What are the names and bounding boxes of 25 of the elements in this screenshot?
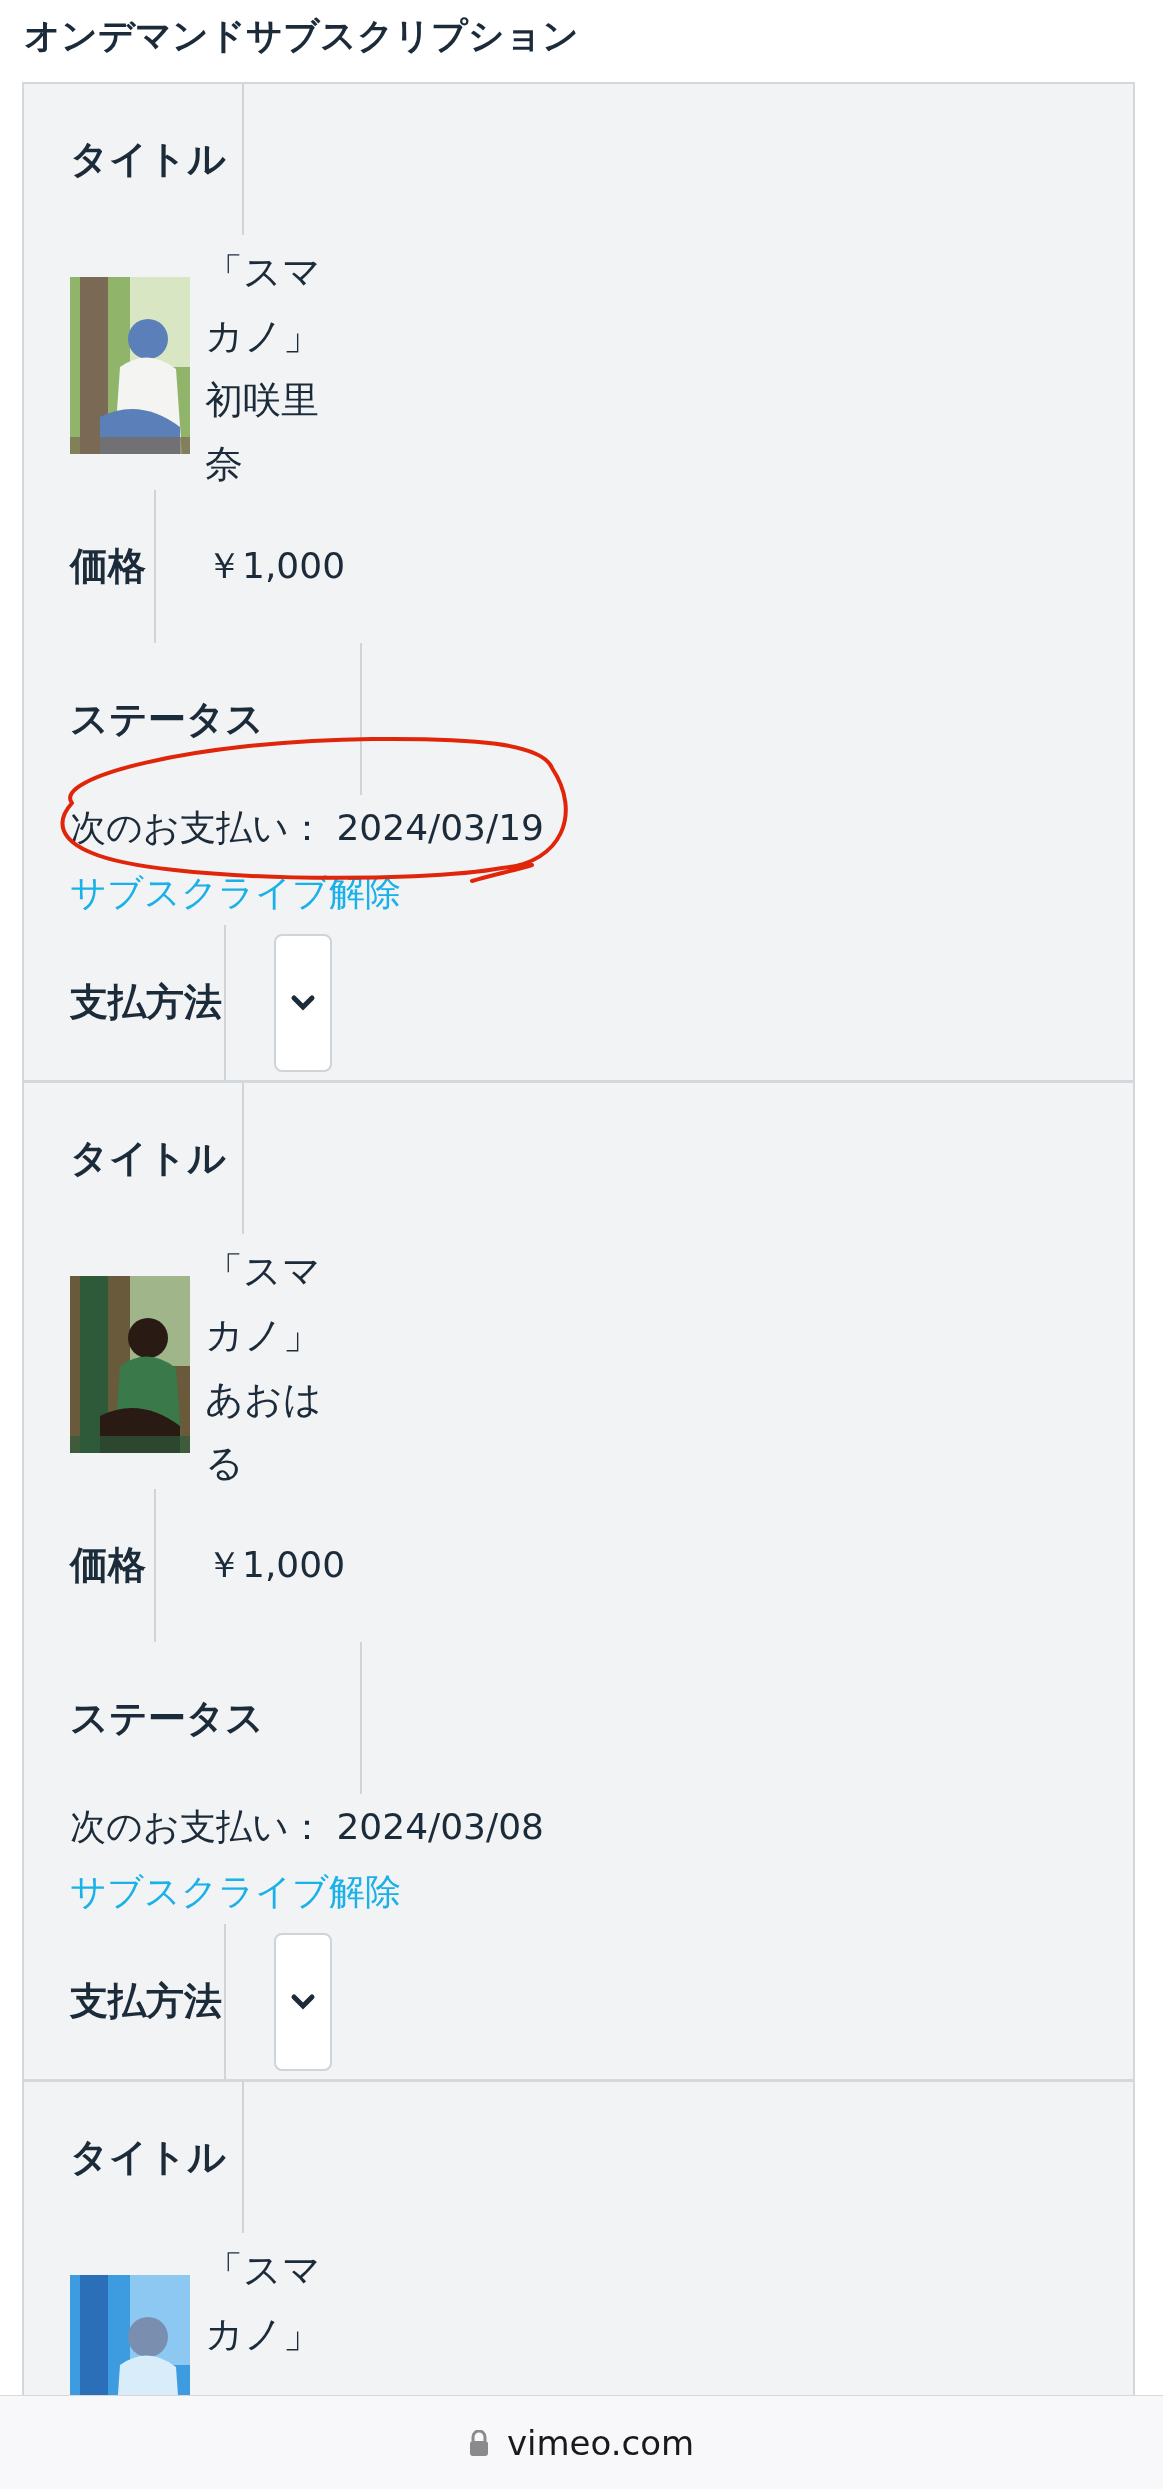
field-label: 支払方法 bbox=[70, 979, 222, 1026]
field-label: 価格 bbox=[70, 543, 146, 590]
payment-method-select[interactable] bbox=[274, 933, 332, 1072]
chevron-icon bbox=[290, 1992, 316, 2011]
chevron-icon bbox=[290, 993, 316, 1012]
field-label: 価格 bbox=[70, 1542, 146, 1589]
next-payment-text: 次のお支払い： 2024/03/19 bbox=[70, 806, 544, 850]
video-title: 「スマカノ」あおはる bbox=[205, 1248, 323, 1487]
field-label: 支払方法 bbox=[70, 1978, 222, 2025]
url-text: vimeo.com bbox=[506, 2423, 695, 2463]
price-value: ￥1,000 bbox=[206, 544, 346, 588]
payment-method-select[interactable] bbox=[274, 1932, 332, 2071]
field-label: ステータス bbox=[70, 695, 264, 743]
page-title: オンデマンドサブスクリプション bbox=[23, 14, 580, 58]
next-payment-text: 次のお支払い： 2024/03/08 bbox=[70, 1805, 544, 1849]
field-label: タイトル bbox=[70, 1135, 226, 1182]
video-title: 「スマカノ」初咲里奈 bbox=[205, 249, 322, 488]
unsubscribe-link[interactable]: サブスクライブ解除 bbox=[70, 1859, 401, 1924]
lock-icon bbox=[468, 2430, 489, 2456]
price-value: ￥1,000 bbox=[206, 1543, 346, 1587]
field-label: タイトル bbox=[70, 2134, 226, 2181]
field-label: タイトル bbox=[70, 136, 226, 183]
field-label: ステータス bbox=[70, 1694, 264, 1742]
browser-address-bar[interactable]: vimeo.com bbox=[0, 2395, 1163, 2489]
video-title: 「スマカノ」 bbox=[205, 2247, 322, 2358]
